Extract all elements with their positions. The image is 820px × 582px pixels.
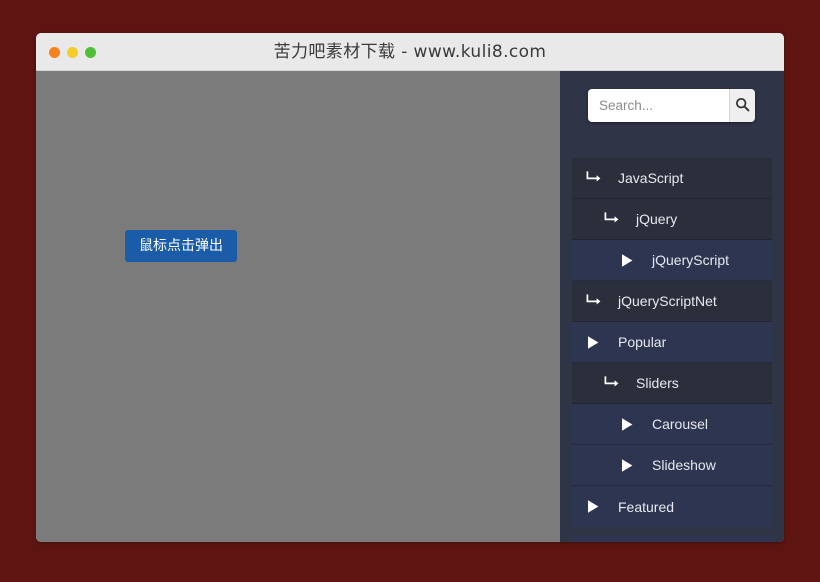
play-icon <box>620 417 642 432</box>
sidebar-item-label: jQueryScriptNet <box>618 293 717 309</box>
play-icon <box>620 253 642 268</box>
sidebar-item-label: JavaScript <box>618 170 684 186</box>
sidebar-item-label: Popular <box>618 334 667 350</box>
sidebar-panel: JavaScript jQuery jQueryScript jQueryScript… <box>560 71 784 542</box>
window-body: 鼠标点击弹出 JavaScript jQuery jQueryScript jQuer… <box>36 71 784 542</box>
sidebar-item-popular[interactable]: Popular <box>572 322 772 363</box>
search-icon <box>735 97 750 115</box>
sidebar-item-jqueryscript[interactable]: jQueryScript <box>572 240 772 281</box>
sidebar-item-featured[interactable]: Featured <box>572 486 772 527</box>
sidebar-item-sliders[interactable]: Sliders <box>572 363 772 404</box>
sidebar-item-label: Sliders <box>636 375 679 391</box>
search-input[interactable] <box>588 89 730 122</box>
title-bar: 苦力吧素材下载 - www.kuli8.com <box>36 33 784 71</box>
sidebar-item-javascript[interactable]: JavaScript <box>572 158 772 199</box>
play-icon <box>586 499 608 514</box>
browser-window: 苦力吧素材下载 - www.kuli8.com 鼠标点击弹出 JavaScrip… <box>36 33 784 542</box>
sidebar-item-jqueryscriptnet[interactable]: jQueryScriptNet <box>572 281 772 322</box>
arrow-turn-icon <box>586 171 608 185</box>
play-icon <box>586 335 608 350</box>
search-box <box>588 89 755 122</box>
window-title: 苦力吧素材下载 - www.kuli8.com <box>273 42 547 62</box>
arrow-turn-icon <box>604 212 626 226</box>
arrow-turn-icon <box>586 294 608 308</box>
sidebar-bottom-filler <box>572 536 772 542</box>
sidebar-item-carousel[interactable]: Carousel <box>572 404 772 445</box>
sidebar-item-label: Slideshow <box>652 457 716 473</box>
popup-trigger-button[interactable]: 鼠标点击弹出 <box>125 230 237 262</box>
arrow-turn-icon <box>604 376 626 390</box>
sidebar-item-label: Featured <box>618 498 675 515</box>
search-button[interactable] <box>729 89 755 122</box>
sidebar-item-label: Carousel <box>652 416 709 432</box>
sidebar-item-jquery[interactable]: jQuery <box>572 199 772 240</box>
main-content-area: 鼠标点击弹出 <box>36 71 560 542</box>
sidebar-item-slideshow[interactable]: Slideshow <box>572 445 772 486</box>
sidebar-nav-list: JavaScript jQuery jQueryScript jQueryScript… <box>572 158 772 527</box>
sidebar-item-label: jQuery <box>636 211 678 227</box>
sidebar-item-label: jQueryScript <box>652 252 730 268</box>
play-icon <box>620 458 642 473</box>
